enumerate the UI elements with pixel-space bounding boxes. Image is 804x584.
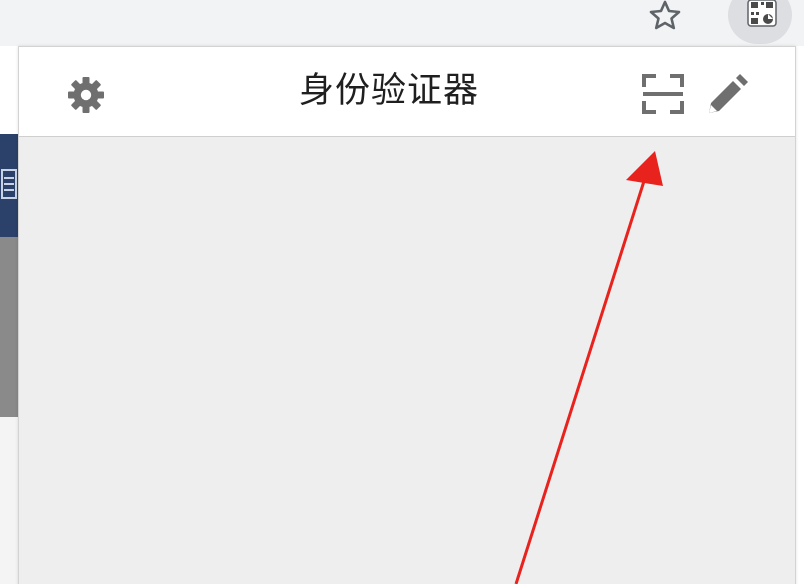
- background-page-section: [0, 237, 20, 417]
- scan-qr-icon[interactable]: [641, 73, 685, 115]
- background-page-logo-icon: [1, 169, 17, 199]
- gear-icon[interactable]: [65, 75, 107, 115]
- popup-header: 身份验证器: [19, 47, 795, 137]
- screenshot-stage: 身份验证器: [0, 0, 804, 584]
- popup-title: 身份验证器: [299, 71, 480, 111]
- background-page-content: [0, 417, 20, 584]
- pencil-icon[interactable]: [703, 73, 749, 117]
- authenticator-popup: 身份验证器: [18, 46, 796, 584]
- popup-body: [19, 137, 795, 584]
- star-icon[interactable]: [646, 0, 684, 30]
- extension-qr-icon: [747, 0, 777, 27]
